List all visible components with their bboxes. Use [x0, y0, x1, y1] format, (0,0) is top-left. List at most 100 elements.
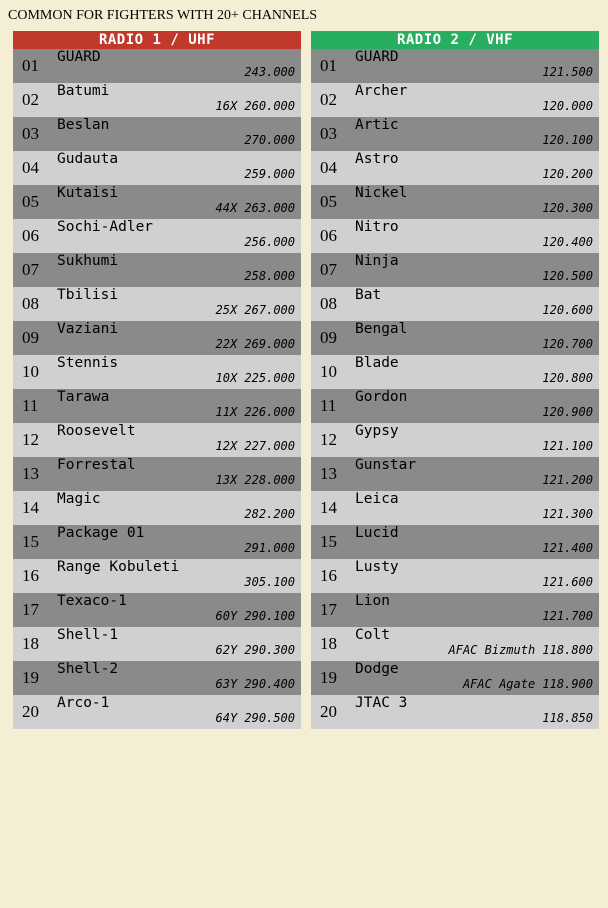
channel-name: Dodge: [355, 661, 399, 677]
channel-frequency: 121.400: [542, 541, 593, 555]
channel-row: 11 Tarawa 11X 226.000: [13, 389, 301, 423]
channel-row: 18 Shell-1 62Y 290.300: [13, 627, 301, 661]
channel-number: 05: [320, 192, 337, 211]
page-title: COMMON FOR FIGHTERS WITH 20+ CHANNELS: [8, 8, 318, 23]
channel-name: Bengal: [355, 321, 408, 337]
channel-row: 20 JTAC 3 118.850: [311, 695, 599, 729]
channel-frequency: 121.300: [542, 507, 593, 521]
channel-name: Blade: [355, 355, 399, 371]
channel-number: 16: [22, 566, 39, 585]
channel-frequency: 270.000: [244, 133, 295, 147]
channel-name: Gordon: [355, 389, 408, 405]
channel-frequency: 120.700: [542, 337, 593, 351]
channel-name: Batumi: [57, 83, 110, 99]
channel-name: Tarawa: [57, 389, 110, 405]
radio-2-vhf-panel: RADIO 2 / VHF 01 GUARD 121.500 02 Archer 120.…: [311, 31, 599, 729]
channel-name: Forrestal: [57, 457, 136, 473]
channel-row: 05 Nickel 120.300: [311, 185, 599, 219]
channel-name: Tbilisi: [57, 287, 119, 303]
channel-number: 08: [22, 294, 39, 313]
channel-name: Package 01: [57, 525, 145, 541]
channel-row: 14 Magic 282.200: [13, 491, 301, 525]
channel-number: 10: [320, 362, 337, 381]
channel-row: 15 Lucid 121.400: [311, 525, 599, 559]
channel-name: Artic: [355, 117, 399, 133]
radio-1-channel-list: 01 GUARD 243.000 02 Batumi 16X 260.000 03 Besla…: [13, 49, 301, 729]
channel-number: 19: [320, 668, 337, 687]
channel-frequency: 13X 228.000: [215, 473, 295, 487]
channel-frequency: 120.900: [542, 405, 593, 419]
channel-frequency: 120.800: [542, 371, 593, 385]
channel-frequency: 121.500: [542, 65, 593, 79]
channel-number: 03: [320, 124, 337, 143]
channel-row: 17 Texaco-1 60Y 290.100: [13, 593, 301, 627]
channel-number: 16: [320, 566, 337, 585]
channel-frequency: 121.700: [542, 609, 593, 623]
channel-row: 09 Bengal 120.700: [311, 321, 599, 355]
channel-row: 02 Archer 120.000: [311, 83, 599, 117]
channel-number: 11: [320, 396, 337, 415]
channel-row: 13 Forrestal 13X 228.000: [13, 457, 301, 491]
channel-row: 01 GUARD 121.500: [311, 49, 599, 83]
channel-number: 05: [22, 192, 39, 211]
channel-name: Roosevelt: [57, 423, 136, 439]
radio-2-channel-list: 01 GUARD 121.500 02 Archer 120.000 03 Artic 120.…: [311, 49, 599, 729]
channel-name: JTAC 3: [355, 695, 408, 711]
channel-row: 06 Nitro 120.400: [311, 219, 599, 253]
channel-name: Lusty: [355, 559, 399, 575]
channel-frequency: 121.200: [542, 473, 593, 487]
channel-frequency: 63Y 290.400: [215, 677, 295, 691]
channel-number: 15: [320, 532, 337, 551]
channel-number: 20: [22, 702, 39, 721]
channel-number: 15: [22, 532, 39, 551]
channel-frequency: 243.000: [244, 65, 295, 79]
channel-number: 11: [22, 396, 39, 415]
channel-row: 08 Tbilisi 25X 267.000: [13, 287, 301, 321]
channel-number: 02: [22, 90, 39, 109]
channel-number: 17: [320, 600, 337, 619]
channel-frequency: 44X 263.000: [215, 201, 295, 215]
channel-frequency: 120.400: [542, 235, 593, 249]
channel-row: 15 Package 01 291.000: [13, 525, 301, 559]
channel-number: 13: [320, 464, 337, 483]
channel-name: Archer: [355, 83, 408, 99]
channel-number: 04: [320, 158, 337, 177]
channel-name: Leica: [355, 491, 399, 507]
channel-frequency: 118.850: [542, 711, 593, 725]
channel-number: 06: [320, 226, 337, 245]
channel-name: Ninja: [355, 253, 399, 269]
channel-name: Shell-1: [57, 627, 119, 643]
channel-row: 05 Kutaisi 44X 263.000: [13, 185, 301, 219]
channel-frequency: 256.000: [244, 235, 295, 249]
channel-name: Lucid: [355, 525, 399, 541]
channel-name: Magic: [57, 491, 101, 507]
channel-number: 12: [22, 430, 39, 449]
channel-row: 13 Gunstar 121.200: [311, 457, 599, 491]
channel-name: Gypsy: [355, 423, 399, 439]
channel-row: 10 Stennis 10X 225.000: [13, 355, 301, 389]
channel-name: Bat: [355, 287, 382, 303]
channel-number: 14: [320, 498, 337, 517]
channel-number: 08: [320, 294, 337, 313]
channel-frequency: AFAC Agate 118.900: [462, 677, 593, 691]
channel-name: Texaco-1: [57, 593, 127, 609]
channel-row: 10 Blade 120.800: [311, 355, 599, 389]
channel-row: 09 Vaziani 22X 269.000: [13, 321, 301, 355]
channel-frequency: 16X 260.000: [215, 99, 295, 113]
channel-name: Nickel: [355, 185, 408, 201]
channel-name: Shell-2: [57, 661, 119, 677]
channel-row: 11 Gordon 120.900: [311, 389, 599, 423]
channel-row: 04 Astro 120.200: [311, 151, 599, 185]
channel-frequency: 64Y 290.500: [215, 711, 295, 725]
channel-frequency: 10X 225.000: [215, 371, 295, 385]
channel-number: 01: [22, 56, 39, 75]
channel-number: 14: [22, 498, 39, 517]
channel-frequency: 120.100: [542, 133, 593, 147]
channel-row: 03 Artic 120.100: [311, 117, 599, 151]
channel-name: Sukhumi: [57, 253, 119, 269]
channel-name: Astro: [355, 151, 399, 167]
channel-row: 01 GUARD 243.000: [13, 49, 301, 83]
channel-name: GUARD: [57, 49, 101, 65]
channel-name: Sochi-Adler: [57, 219, 154, 235]
channel-name: Beslan: [57, 117, 110, 133]
